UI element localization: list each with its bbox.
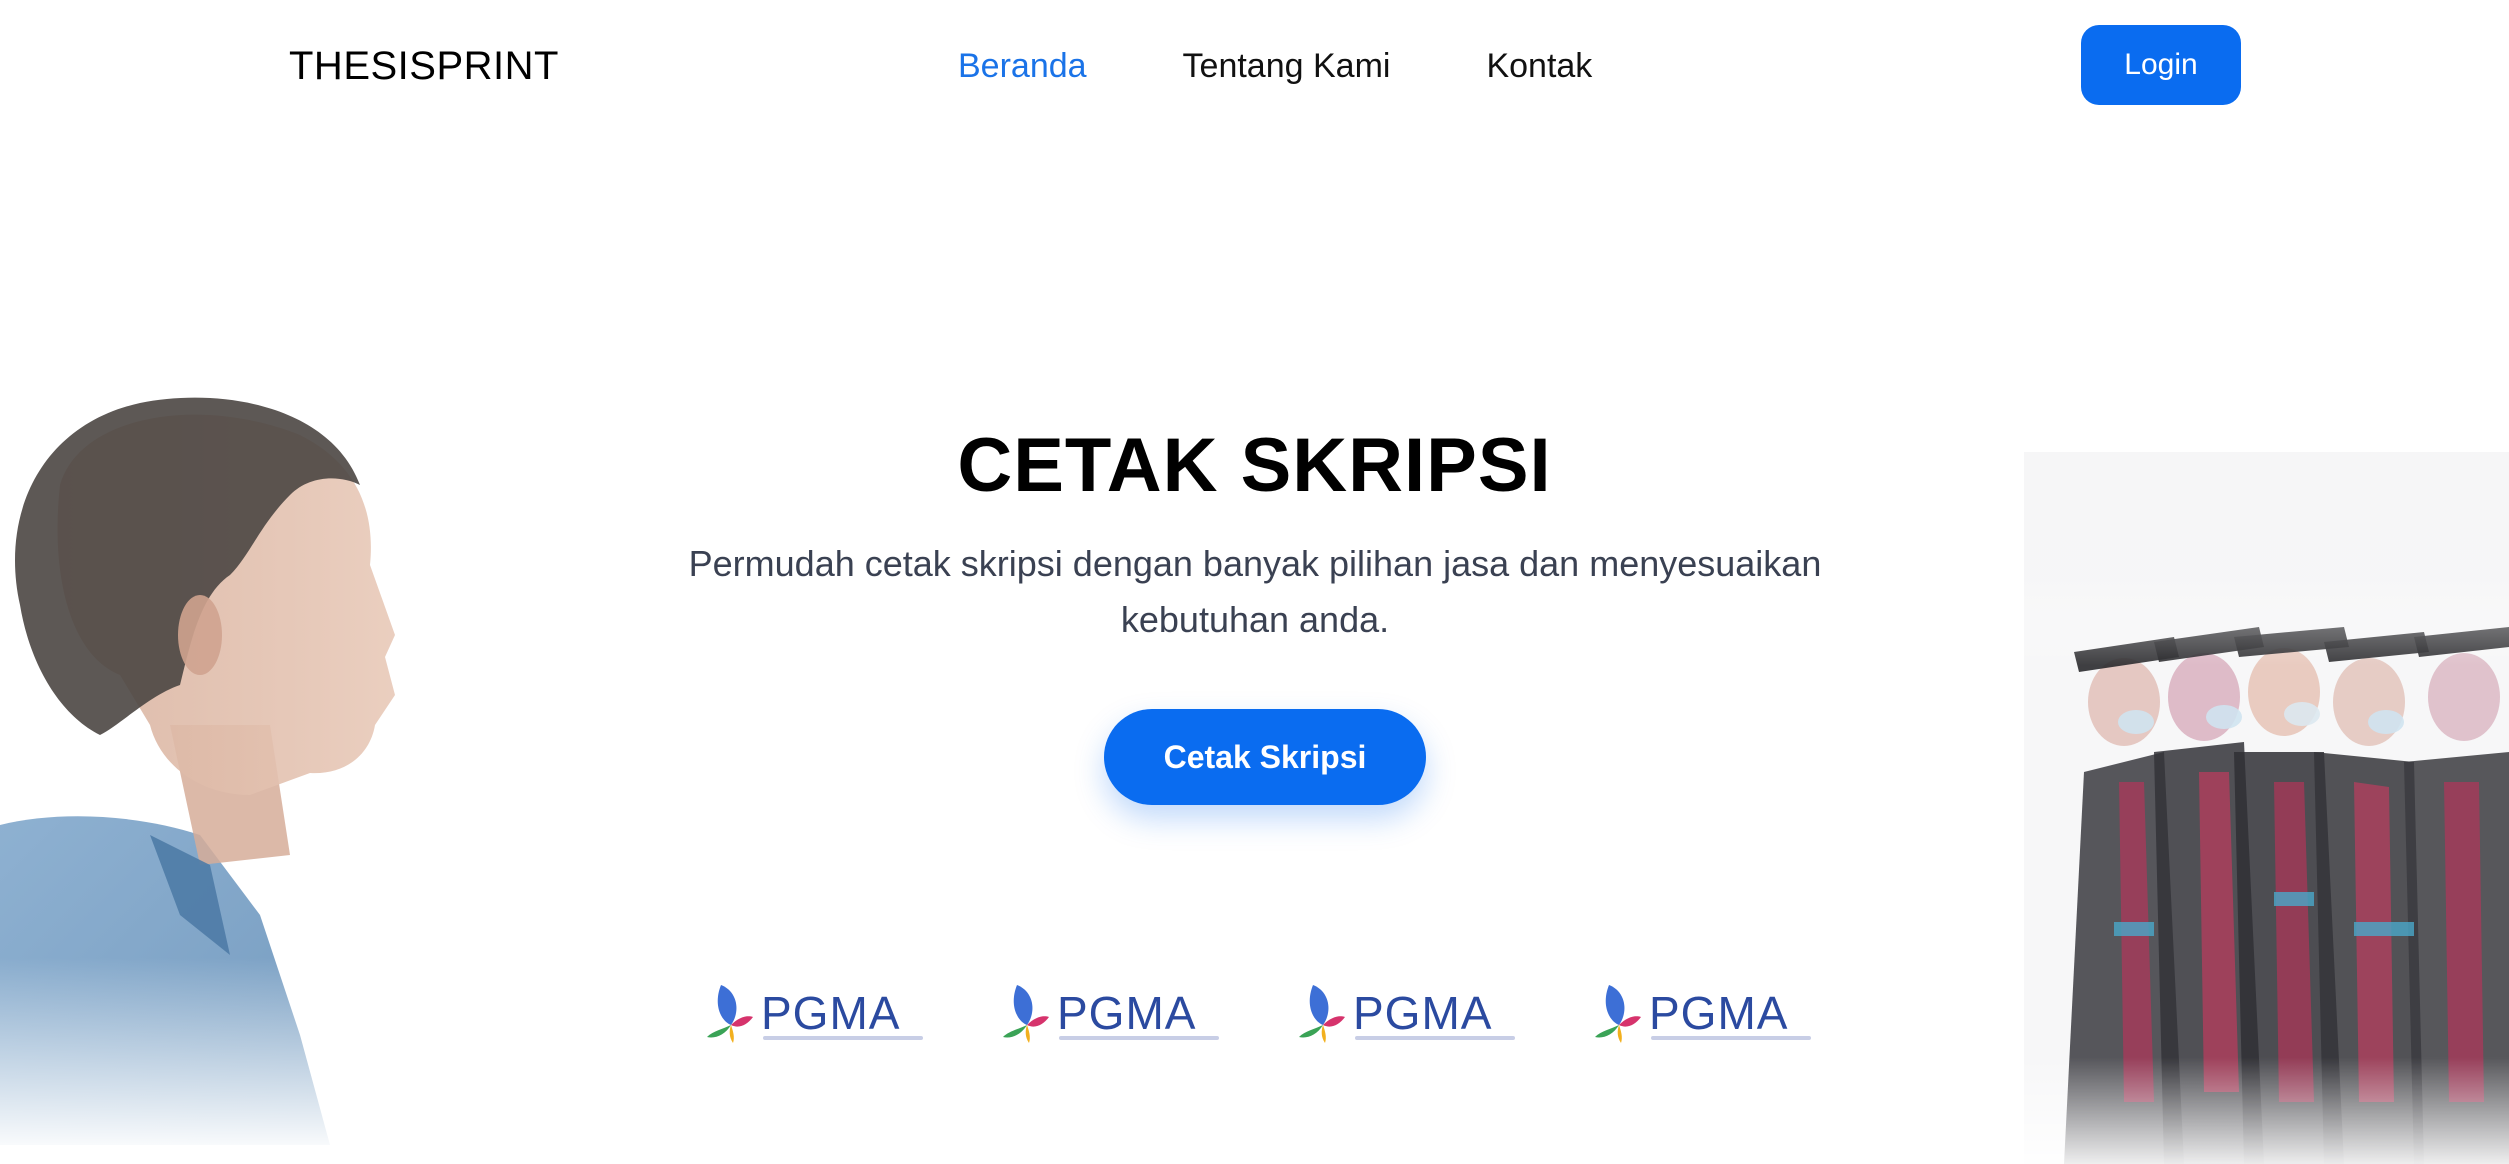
brand-logo[interactable]: THESISPRINT [289, 42, 559, 90]
graduates-photo [2024, 452, 2509, 1164]
nav-link-kontak[interactable]: Kontak [1486, 42, 1592, 90]
cetak-skripsi-button[interactable]: Cetak Skripsi [1104, 709, 1426, 805]
hero-title: CETAK SKRIPSI [957, 423, 1552, 508]
logo-tagline [763, 1036, 923, 1040]
logo-tagline [1059, 1036, 1219, 1040]
pgma-leaf-icon [707, 985, 753, 1043]
partner-name: PGMA [1649, 987, 1789, 1039]
nav-links: Beranda Tentang Kami Kontak [958, 42, 1592, 90]
logo-tagline [1355, 1036, 1515, 1040]
partner-logos: PGMA PGMA PGMA PGMA [703, 978, 1823, 1048]
nav-link-beranda[interactable]: Beranda [958, 42, 1087, 90]
logo-tagline [1651, 1036, 1811, 1040]
pgma-leaf-icon [1299, 985, 1345, 1043]
partner-name: PGMA [1057, 987, 1197, 1039]
partner-name: PGMA [1353, 987, 1493, 1039]
partner-logo: PGMA [1591, 978, 1823, 1048]
pgma-leaf-icon [1003, 985, 1049, 1043]
navbar: THESISPRINT Beranda Tentang Kami Kontak … [0, 0, 2509, 134]
partner-name: PGMA [761, 987, 901, 1039]
pgma-leaf-icon [1595, 985, 1641, 1043]
nav-link-tentang-kami[interactable]: Tentang Kami [1183, 42, 1391, 90]
partner-logo: PGMA [999, 978, 1231, 1048]
login-button[interactable]: Login [2081, 25, 2241, 105]
partner-logo: PGMA [703, 978, 935, 1048]
hero-subtitle: Permudah cetak skripsi dengan banyak pil… [688, 543, 1822, 640]
partner-logo: PGMA [1295, 978, 1527, 1048]
